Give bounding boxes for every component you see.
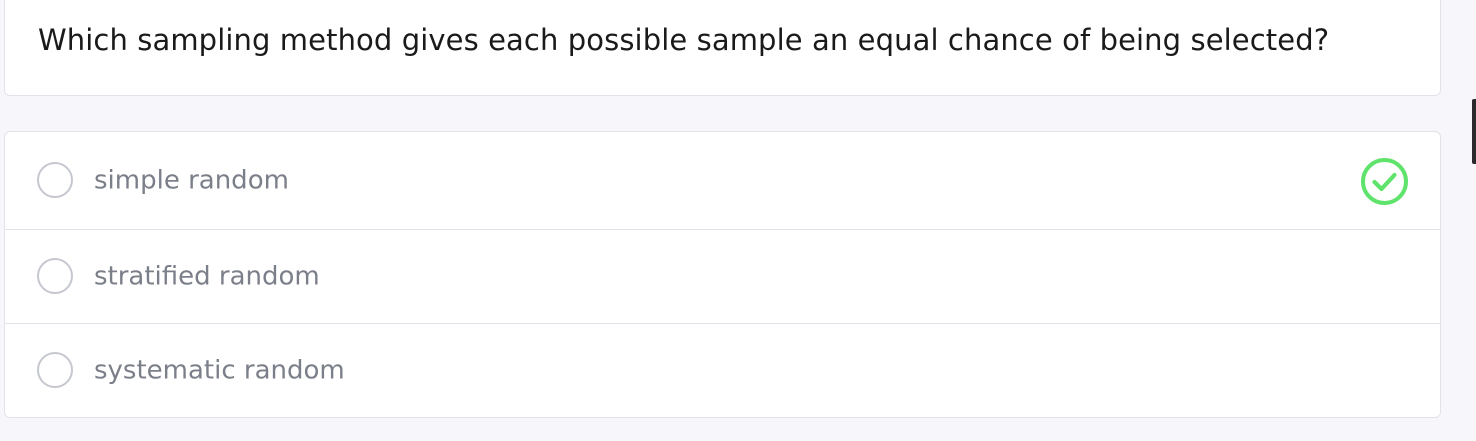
question-card: Which sampling method gives each possibl… [4, 0, 1441, 96]
answer-options: simple random stratified random systemat… [4, 131, 1441, 418]
scrollbar[interactable] [1472, 99, 1476, 164]
check-circle-icon [1361, 158, 1408, 205]
option-simple-random[interactable]: simple random [5, 132, 1440, 230]
radio-button[interactable] [37, 257, 73, 294]
option-label: systematic random [94, 355, 345, 386]
radio-button[interactable] [37, 352, 73, 388]
option-label: simple random [94, 164, 289, 195]
option-stratified-random[interactable]: stratified random [5, 230, 1440, 324]
question-text: Which sampling method gives each possibl… [38, 23, 1330, 57]
option-label: stratified random [94, 260, 320, 291]
option-systematic-random[interactable]: systematic random [5, 324, 1440, 417]
radio-button[interactable] [37, 161, 73, 198]
